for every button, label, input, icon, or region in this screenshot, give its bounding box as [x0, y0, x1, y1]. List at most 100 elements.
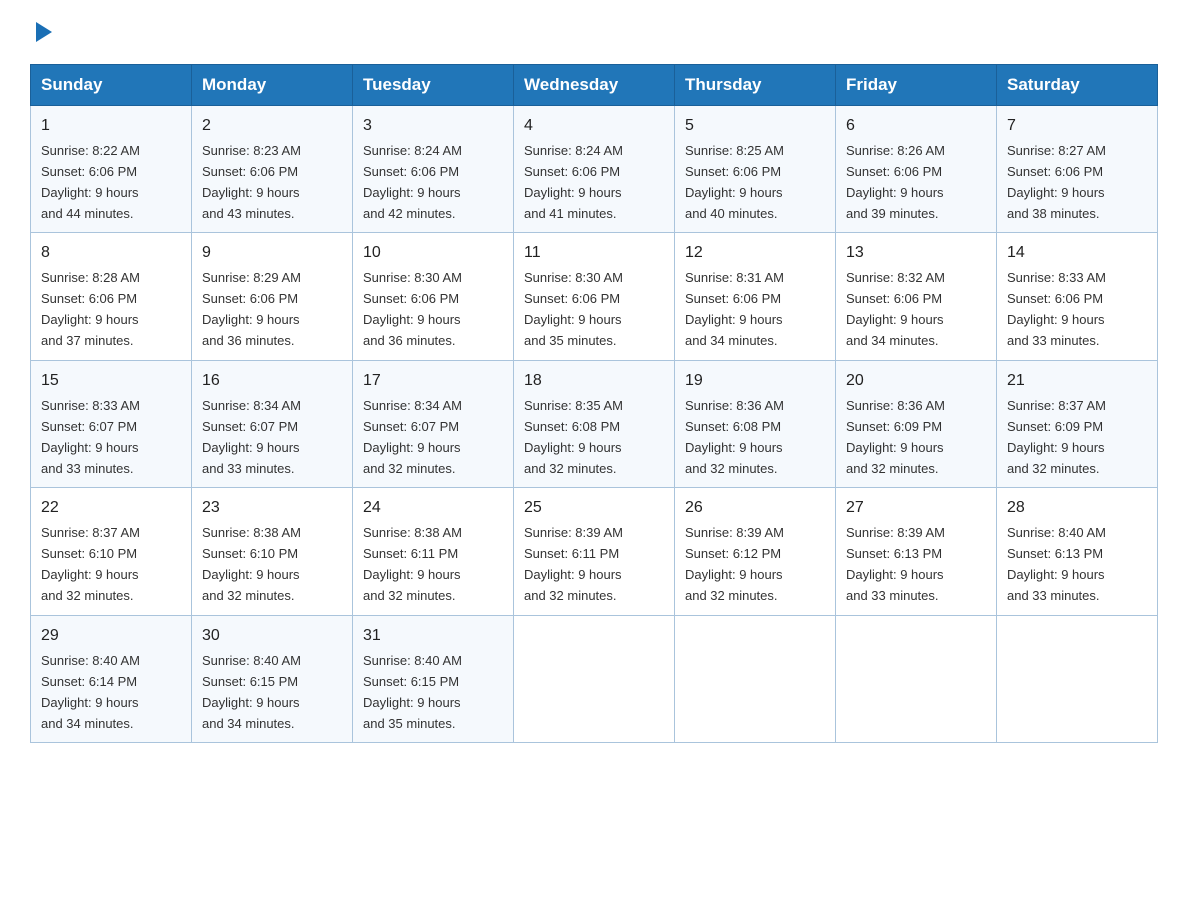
day-number: 3 — [363, 114, 503, 139]
calendar-week-row: 15Sunrise: 8:33 AMSunset: 6:07 PMDayligh… — [31, 360, 1158, 487]
day-info: Sunrise: 8:33 AMSunset: 6:07 PMDaylight:… — [41, 398, 140, 476]
day-number: 26 — [685, 496, 825, 521]
calendar-day-cell: 7Sunrise: 8:27 AMSunset: 6:06 PMDaylight… — [997, 106, 1158, 233]
day-number: 4 — [524, 114, 664, 139]
calendar-day-cell: 1 Sunrise: 8:22 AMSunset: 6:06 PMDaylight… — [31, 106, 192, 233]
day-of-week-header: Sunday — [31, 65, 192, 106]
day-number: 25 — [524, 496, 664, 521]
day-info: Sunrise: 8:23 AMSunset: 6:06 PMDaylight:… — [202, 143, 301, 221]
day-number: 31 — [363, 624, 503, 649]
day-info: Sunrise: 8:34 AMSunset: 6:07 PMDaylight:… — [202, 398, 301, 476]
day-number: 23 — [202, 496, 342, 521]
calendar-day-cell: 28 Sunrise: 8:40 AMSunset: 6:13 PMDayligh… — [997, 488, 1158, 615]
logo-triangle-icon — [32, 20, 54, 42]
day-info: Sunrise: 8:24 AMSunset: 6:06 PMDaylight:… — [363, 143, 462, 221]
calendar-day-cell: 23Sunrise: 8:38 AMSunset: 6:10 PMDayligh… — [192, 488, 353, 615]
calendar-day-cell: 29 Sunrise: 8:40 AMSunset: 6:14 PMDayligh… — [31, 615, 192, 742]
calendar-day-cell: 10 Sunrise: 8:30 AMSunset: 6:06 PMDayligh… — [353, 233, 514, 360]
day-number: 11 — [524, 241, 664, 266]
day-of-week-header: Wednesday — [514, 65, 675, 106]
calendar-day-cell: 13Sunrise: 8:32 AMSunset: 6:06 PMDayligh… — [836, 233, 997, 360]
day-number: 29 — [41, 624, 181, 649]
calendar-day-cell — [675, 615, 836, 742]
day-info: Sunrise: 8:40 AMSunset: 6:13 PMDaylight:… — [1007, 525, 1106, 603]
day-number: 10 — [363, 241, 503, 266]
calendar-day-cell: 18 Sunrise: 8:35 AMSunset: 6:08 PMDayligh… — [514, 360, 675, 487]
day-number: 28 — [1007, 496, 1147, 521]
calendar-header: SundayMondayTuesdayWednesdayThursdayFrid… — [31, 65, 1158, 106]
calendar-day-cell: 17 Sunrise: 8:34 AMSunset: 6:07 PMDayligh… — [353, 360, 514, 487]
calendar-day-cell: 3 Sunrise: 8:24 AMSunset: 6:06 PMDaylight… — [353, 106, 514, 233]
day-info: Sunrise: 8:24 AMSunset: 6:06 PMDaylight:… — [524, 143, 623, 221]
calendar-week-row: 29 Sunrise: 8:40 AMSunset: 6:14 PMDayligh… — [31, 615, 1158, 742]
calendar-day-cell: 9 Sunrise: 8:29 AMSunset: 6:06 PMDaylight… — [192, 233, 353, 360]
calendar-day-cell: 16Sunrise: 8:34 AMSunset: 6:07 PMDayligh… — [192, 360, 353, 487]
day-info: Sunrise: 8:40 AMSunset: 6:15 PMDaylight:… — [202, 653, 301, 731]
day-of-week-header: Thursday — [675, 65, 836, 106]
calendar-day-cell: 22 Sunrise: 8:37 AMSunset: 6:10 PMDayligh… — [31, 488, 192, 615]
day-number: 14 — [1007, 241, 1147, 266]
calendar-day-cell: 15Sunrise: 8:33 AMSunset: 6:07 PMDayligh… — [31, 360, 192, 487]
calendar-week-row: 8Sunrise: 8:28 AMSunset: 6:06 PMDaylight… — [31, 233, 1158, 360]
calendar-day-cell — [514, 615, 675, 742]
day-info: Sunrise: 8:34 AMSunset: 6:07 PMDaylight:… — [363, 398, 462, 476]
calendar-day-cell: 12 Sunrise: 8:31 AMSunset: 6:06 PMDayligh… — [675, 233, 836, 360]
day-info: Sunrise: 8:40 AMSunset: 6:14 PMDaylight:… — [41, 653, 140, 731]
calendar-day-cell: 6 Sunrise: 8:26 AMSunset: 6:06 PMDaylight… — [836, 106, 997, 233]
day-info: Sunrise: 8:30 AMSunset: 6:06 PMDaylight:… — [363, 270, 462, 348]
day-info: Sunrise: 8:39 AMSunset: 6:13 PMDaylight:… — [846, 525, 945, 603]
day-info: Sunrise: 8:36 AMSunset: 6:09 PMDaylight:… — [846, 398, 945, 476]
day-number: 18 — [524, 369, 664, 394]
day-number: 19 — [685, 369, 825, 394]
day-info: Sunrise: 8:40 AMSunset: 6:15 PMDaylight:… — [363, 653, 462, 731]
day-info: Sunrise: 8:27 AMSunset: 6:06 PMDaylight:… — [1007, 143, 1106, 221]
calendar-day-cell: 8Sunrise: 8:28 AMSunset: 6:06 PMDaylight… — [31, 233, 192, 360]
page-header — [30, 20, 1158, 46]
day-number: 13 — [846, 241, 986, 266]
calendar-day-cell: 30 Sunrise: 8:40 AMSunset: 6:15 PMDayligh… — [192, 615, 353, 742]
day-number: 30 — [202, 624, 342, 649]
calendar-week-row: 22 Sunrise: 8:37 AMSunset: 6:10 PMDayligh… — [31, 488, 1158, 615]
day-info: Sunrise: 8:37 AMSunset: 6:10 PMDaylight:… — [41, 525, 140, 603]
calendar-day-cell: 2Sunrise: 8:23 AMSunset: 6:06 PMDaylight… — [192, 106, 353, 233]
day-number: 12 — [685, 241, 825, 266]
day-info: Sunrise: 8:26 AMSunset: 6:06 PMDaylight:… — [846, 143, 945, 221]
day-info: Sunrise: 8:36 AMSunset: 6:08 PMDaylight:… — [685, 398, 784, 476]
day-number: 24 — [363, 496, 503, 521]
calendar-day-cell: 24 Sunrise: 8:38 AMSunset: 6:11 PMDayligh… — [353, 488, 514, 615]
day-number: 20 — [846, 369, 986, 394]
day-info: Sunrise: 8:38 AMSunset: 6:11 PMDaylight:… — [363, 525, 462, 603]
calendar-day-cell — [836, 615, 997, 742]
day-of-week-header: Tuesday — [353, 65, 514, 106]
day-of-week-header: Saturday — [997, 65, 1158, 106]
calendar-day-cell — [997, 615, 1158, 742]
header-row: SundayMondayTuesdayWednesdayThursdayFrid… — [31, 65, 1158, 106]
day-info: Sunrise: 8:30 AMSunset: 6:06 PMDaylight:… — [524, 270, 623, 348]
day-info: Sunrise: 8:39 AMSunset: 6:12 PMDaylight:… — [685, 525, 784, 603]
day-of-week-header: Friday — [836, 65, 997, 106]
day-number: 17 — [363, 369, 503, 394]
calendar-day-cell: 26 Sunrise: 8:39 AMSunset: 6:12 PMDayligh… — [675, 488, 836, 615]
day-info: Sunrise: 8:22 AMSunset: 6:06 PMDaylight:… — [41, 143, 140, 221]
day-number: 6 — [846, 114, 986, 139]
calendar-day-cell: 31 Sunrise: 8:40 AMSunset: 6:15 PMDayligh… — [353, 615, 514, 742]
calendar-week-row: 1 Sunrise: 8:22 AMSunset: 6:06 PMDaylight… — [31, 106, 1158, 233]
day-number: 5 — [685, 114, 825, 139]
day-number: 9 — [202, 241, 342, 266]
calendar-day-cell: 14Sunrise: 8:33 AMSunset: 6:06 PMDayligh… — [997, 233, 1158, 360]
day-of-week-header: Monday — [192, 65, 353, 106]
calendar-day-cell: 19 Sunrise: 8:36 AMSunset: 6:08 PMDayligh… — [675, 360, 836, 487]
day-info: Sunrise: 8:37 AMSunset: 6:09 PMDaylight:… — [1007, 398, 1106, 476]
calendar-table: SundayMondayTuesdayWednesdayThursdayFrid… — [30, 64, 1158, 743]
calendar-day-cell: 21Sunrise: 8:37 AMSunset: 6:09 PMDayligh… — [997, 360, 1158, 487]
day-info: Sunrise: 8:35 AMSunset: 6:08 PMDaylight:… — [524, 398, 623, 476]
day-number: 1 — [41, 114, 181, 139]
day-info: Sunrise: 8:29 AMSunset: 6:06 PMDaylight:… — [202, 270, 301, 348]
day-number: 8 — [41, 241, 181, 266]
calendar-day-cell: 20 Sunrise: 8:36 AMSunset: 6:09 PMDayligh… — [836, 360, 997, 487]
logo — [30, 20, 54, 46]
day-number: 22 — [41, 496, 181, 521]
day-info: Sunrise: 8:31 AMSunset: 6:06 PMDaylight:… — [685, 270, 784, 348]
calendar-day-cell: 27Sunrise: 8:39 AMSunset: 6:13 PMDayligh… — [836, 488, 997, 615]
calendar-day-cell: 4 Sunrise: 8:24 AMSunset: 6:06 PMDaylight… — [514, 106, 675, 233]
